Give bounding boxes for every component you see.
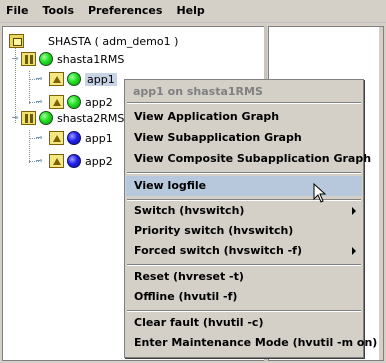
menu-item-enter-maintenance-mode[interactable]: Enter Maintenance Mode (hvutil -m on) (126, 333, 377, 353)
collapse-handle-icon[interactable]: ⊸ (11, 114, 19, 122)
collapse-handle-icon[interactable]: ⊸ (11, 55, 19, 63)
menu-item-forced-switch[interactable]: Forced switch (hvswitch -f) (126, 241, 362, 261)
application-icon (49, 95, 64, 109)
menu-separator (127, 102, 361, 104)
submenu-arrow-icon (352, 207, 356, 215)
tree-system-label: shasta1RMS (57, 52, 125, 66)
online-status-icon (67, 95, 81, 109)
menu-item-switch-label: Switch (hvswitch) (134, 204, 245, 217)
expand-handle-icon[interactable]: ⊸ (35, 134, 43, 142)
online-status-icon (67, 72, 81, 86)
tree-connector (29, 71, 30, 104)
scrollbar[interactable] (379, 27, 383, 360)
offline-status-icon (67, 154, 81, 168)
context-menu: app1 on shasta1RMS View Application Grap… (124, 79, 377, 358)
menu-item-priority-switch[interactable]: Priority switch (hvswitch) (126, 221, 362, 241)
menu-item-switch[interactable]: Switch (hvswitch) (126, 201, 362, 221)
menu-item-clear-fault[interactable]: Clear fault (hvutil -c) (126, 313, 362, 333)
tree-system-node[interactable]: shasta1RMS (21, 50, 124, 68)
tree-system-label: shasta2RMS (57, 111, 125, 125)
menu-separator (127, 172, 361, 174)
mouse-cursor-icon (313, 183, 327, 203)
menu-item-offline[interactable]: Offline (hvutil -f) (126, 287, 362, 307)
menu-item-view-composite-subapplication-graph[interactable]: View Composite Subapplication Graph (126, 149, 371, 169)
online-status-icon (39, 111, 53, 125)
menu-file[interactable]: File (0, 0, 36, 22)
tree-connector (29, 130, 30, 163)
tree-root-node[interactable]: SHASTA ( adm_demo1 ) (9, 32, 178, 50)
menu-separator (127, 310, 361, 312)
tree-app-node[interactable]: app1 (49, 70, 117, 88)
tree-app-node[interactable]: app2 (49, 152, 113, 170)
system-icon (21, 52, 36, 66)
menu-item-view-subapplication-graph[interactable]: View Subapplication Graph (126, 128, 362, 148)
menu-preferences[interactable]: Preferences (81, 0, 169, 22)
tree-app-label: app1 (85, 131, 113, 145)
menu-bar: File Tools Preferences Help (0, 0, 386, 23)
tree-app-label: app1 (85, 72, 117, 86)
menu-item-forced-switch-label: Forced switch (hvswitch -f) (134, 244, 302, 257)
system-icon (21, 111, 36, 125)
expand-handle-icon[interactable]: ⊸ (35, 157, 43, 165)
expand-handle-icon[interactable]: ⊸ (35, 98, 43, 106)
menu-help[interactable]: Help (169, 0, 211, 22)
submenu-arrow-icon (352, 247, 356, 255)
context-menu-title: app1 on shasta1RMS (133, 85, 263, 98)
expand-handle-icon[interactable]: ⊸ (35, 75, 43, 83)
menu-item-view-application-graph[interactable]: View Application Graph (126, 107, 362, 127)
tree-app-node[interactable]: app1 (49, 129, 113, 147)
menu-separator (127, 264, 361, 266)
offline-status-icon (67, 131, 81, 145)
tree-app-label: app2 (85, 154, 113, 168)
menu-tools[interactable]: Tools (36, 0, 81, 22)
cluster-icon (9, 34, 24, 48)
application-icon (49, 72, 64, 86)
application-icon (49, 154, 64, 168)
application-icon (49, 131, 64, 145)
online-status-icon (39, 52, 53, 66)
tree-root-label: SHASTA ( adm_demo1 ) (48, 34, 179, 48)
menu-item-reset[interactable]: Reset (hvreset -t) (126, 267, 362, 287)
tree-app-label: app2 (85, 95, 113, 109)
tree-system-node[interactable]: shasta2RMS (21, 109, 124, 127)
